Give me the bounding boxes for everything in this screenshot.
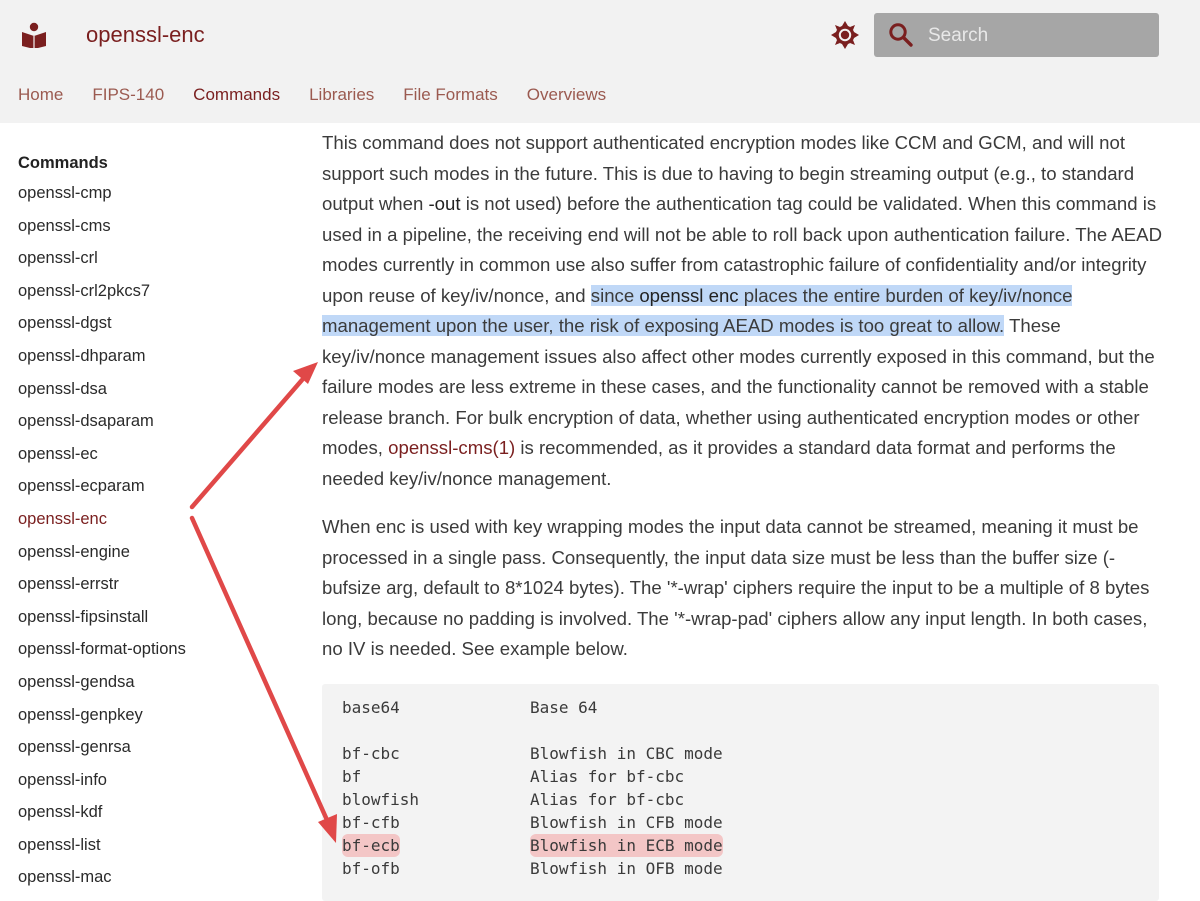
tab-overviews[interactable]: Overviews: [527, 85, 606, 105]
main-content: This command does not support authentica…: [322, 128, 1167, 665]
sidebar-item-openssl-kdf[interactable]: openssl-kdf: [18, 796, 278, 829]
cipher-description: Blowfish in OFB mode: [530, 859, 723, 878]
sidebar-item-openssl-gendsa[interactable]: openssl-gendsa: [18, 666, 278, 699]
cipher-description: Alias for bf-cbc: [530, 790, 685, 809]
cipher-name: bf-ofb: [342, 859, 400, 878]
sidebar-item-openssl-cms[interactable]: openssl-cms: [18, 210, 278, 243]
sidebar-item-openssl-mac[interactable]: openssl-mac: [18, 861, 278, 894]
sidebar-item-openssl-dsa[interactable]: openssl-dsa: [18, 373, 278, 406]
cipher-name: bf-cbc: [342, 744, 400, 763]
nav-tabs: Home FIPS-140 Commands Libraries File Fo…: [18, 85, 635, 105]
cipher-name: bf-cfb: [342, 813, 400, 832]
tab-home[interactable]: Home: [18, 85, 63, 105]
top-header: openssl-enc Home FIPS-140 Commands Libra…: [0, 0, 1200, 123]
sidebar-item-openssl-cmp[interactable]: openssl-cmp: [18, 177, 278, 210]
cipher-name: blowfish: [342, 790, 420, 809]
sidebar-item-openssl-dhparam[interactable]: openssl-dhparam: [18, 340, 278, 373]
cipher-description: Alias for bf-cbc: [530, 767, 685, 786]
sidebar-item-openssl-crl[interactable]: openssl-crl: [18, 242, 278, 275]
cipher-description-highlighted: Blowfish in ECB mode: [530, 834, 723, 857]
paragraph-key-wrapping: When enc is used with key wrapping modes…: [322, 516, 1150, 659]
tab-file-formats[interactable]: File Formats: [403, 85, 497, 105]
sidebar-item-openssl-fipsinstall[interactable]: openssl-fipsinstall: [18, 601, 278, 634]
sidebar-item-openssl-engine[interactable]: openssl-engine: [18, 536, 278, 569]
paragraph-aead-notice: This command does not support authentica…: [322, 128, 1167, 494]
cipher-name: bf: [342, 767, 362, 786]
inline-code-openssl-enc: openssl enc: [639, 284, 739, 306]
sidebar-item-openssl-genrsa[interactable]: openssl-genrsa: [18, 731, 278, 764]
tab-commands[interactable]: Commands: [193, 85, 280, 105]
cipher-description: Blowfish in CFB mode: [530, 813, 723, 832]
cipher-description: Blowfish in CBC mode: [530, 744, 723, 763]
sidebar-item-openssl-info[interactable]: openssl-info: [18, 764, 278, 797]
sidebar-item-openssl-list[interactable]: openssl-list: [18, 829, 278, 862]
sidebar-item-openssl-format-options[interactable]: openssl-format-options: [18, 633, 278, 666]
cipher-description: Base 64: [530, 698, 598, 717]
book-reader-icon[interactable]: [21, 22, 47, 48]
highlighted-text-part: since: [590, 284, 640, 306]
sidebar: Commands openssl-cmp openssl-cms openssl…: [18, 152, 278, 894]
tab-fips-140[interactable]: FIPS-140: [92, 85, 164, 105]
inline-code-out: -out: [428, 193, 461, 214]
sidebar-item-openssl-ecparam[interactable]: openssl-ecparam: [18, 470, 278, 503]
sidebar-item-openssl-genpkey[interactable]: openssl-genpkey: [18, 699, 278, 732]
sidebar-item-openssl-errstr[interactable]: openssl-errstr: [18, 568, 278, 601]
tab-libraries[interactable]: Libraries: [309, 85, 374, 105]
cipher-name-highlighted: bf-ecb: [342, 834, 400, 857]
site-title[interactable]: openssl-enc: [86, 22, 205, 48]
sidebar-item-openssl-dgst[interactable]: openssl-dgst: [18, 307, 278, 340]
search-icon[interactable]: [888, 22, 914, 48]
sidebar-list: openssl-cmp openssl-cms openssl-crl open…: [18, 177, 278, 894]
search-input[interactable]: [926, 13, 1155, 59]
sidebar-item-openssl-enc[interactable]: openssl-enc: [18, 503, 278, 536]
sidebar-item-openssl-dsaparam[interactable]: openssl-dsaparam: [18, 405, 278, 438]
cipher-list-code-block: base64 Base 64 bf-cbc Blowfish in CBC mode…: [322, 684, 1159, 901]
openssl-cms-link[interactable]: openssl-cms(1): [388, 437, 515, 458]
cipher-name: base64: [342, 698, 400, 717]
theme-toggle-icon[interactable]: [829, 19, 861, 51]
sidebar-item-openssl-ec[interactable]: openssl-ec: [18, 438, 278, 471]
search-box[interactable]: [874, 13, 1159, 59]
sidebar-item-openssl-crl2pkcs7[interactable]: openssl-crl2pkcs7: [18, 275, 278, 308]
sidebar-heading: Commands: [18, 154, 108, 172]
